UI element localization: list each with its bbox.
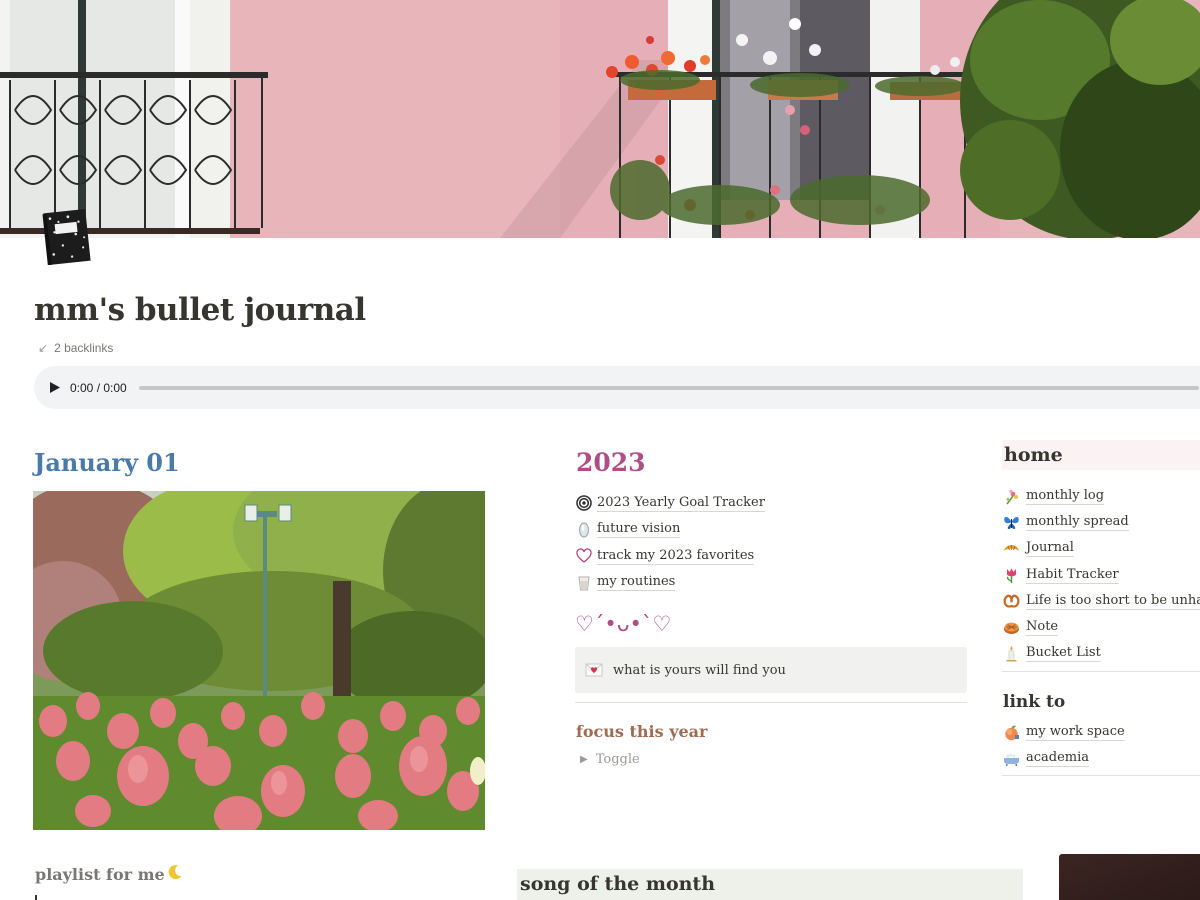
tulip-photo [33,491,485,830]
link-track-favorites[interactable]: track my 2023 favorites [576,543,765,570]
song-of-month-heading: song of the month [517,869,1023,900]
crescent-moon-icon [167,864,183,884]
butterfly-icon [1003,514,1020,531]
text-cursor [35,895,37,900]
playlist-heading: playlist for me [35,864,183,884]
link-bucket-list[interactable]: Bucket List [1003,641,1200,667]
audio-player: 0:00 / 0:00 [34,366,1200,409]
january-heading: January 01 [34,448,180,477]
home-heading: home [1002,440,1200,470]
triangle-right-icon: ▶ [580,754,588,765]
link-my-routines[interactable]: my routines [576,570,765,597]
audio-time: 0:00 / 0:00 [70,380,127,395]
kaomoji: ♡´•ᴗ•`♡ [575,612,672,636]
pie-icon [1003,619,1020,636]
link-label: my routines [597,574,676,592]
link-habit-tracker[interactable]: Habit Tracker [1003,562,1200,588]
link-label: Bucket List [1026,645,1101,663]
mirror-icon [576,522,592,538]
cover-image [0,0,1200,238]
croissant-icon [1003,540,1020,557]
link-label: track my 2023 favorites [597,547,755,565]
link-my-work-space[interactable]: my work space [1003,719,1125,745]
candle-icon [1003,645,1020,662]
heart-outline-icon [576,548,592,564]
link-label: Life is too short to be unhappy [1026,593,1200,610]
link-label: Note [1026,619,1059,637]
link-life-is-too-short[interactable]: Life is too short to be unhappy [1003,588,1200,614]
link-to-heading: link to [1003,692,1066,712]
pretzel-icon [1003,593,1020,610]
peach-icon [1003,724,1020,741]
link-journal[interactable]: Journal [1003,536,1200,562]
link-monthly-log[interactable]: monthly log [1003,483,1200,509]
tulip-icon [1003,567,1020,584]
focus-heading: focus this year [576,722,708,741]
page-title: mm's bullet journal [34,292,366,328]
link-label: monthly log [1026,487,1105,505]
bouquet-icon [1003,488,1020,505]
audio-progress-bar[interactable] [138,385,1199,390]
year-heading: 2023 [576,448,646,477]
link-note[interactable]: Note [1003,614,1200,640]
link-label: my work space [1026,723,1125,741]
link-label: academia [1026,749,1090,767]
link-label: future vision [597,521,681,539]
love-letter-icon [585,663,603,677]
link-yearly-goal-tracker[interactable]: 2023 Yearly Goal Tracker [576,490,765,517]
play-icon[interactable] [50,382,60,393]
notebook-icon[interactable] [40,205,92,267]
link-academia[interactable]: academia [1003,745,1125,771]
link-label: 2023 Yearly Goal Tracker [597,494,765,512]
link-to-list: my work space academia [1003,719,1125,771]
target-icon [576,495,592,512]
backlinks-label: 2 backlinks [54,341,114,355]
divider [1002,775,1200,776]
callout-text: what is yours will find you [613,662,786,678]
link-label: monthly spread [1026,513,1129,531]
link-future-vision[interactable]: future vision [576,517,765,544]
link-monthly-spread[interactable]: monthly spread [1003,509,1200,535]
year-links-list: 2023 Yearly Goal Tracker future vision t… [576,490,765,596]
dark-image-thumbnail [1059,854,1200,900]
home-links-list: monthly log monthly spread Journal Habit… [1003,483,1200,667]
link-label: Habit Tracker [1026,566,1119,584]
toggle-block[interactable]: ▶ Toggle [580,752,640,767]
arrow-down-left-icon: ↙ [38,341,49,355]
divider [1002,671,1200,672]
cup-icon [576,575,592,591]
bathtub-icon [1003,750,1020,767]
quote-callout: what is yours will find you [575,647,967,693]
backlinks-button[interactable]: ↙ 2 backlinks [38,341,113,355]
playlist-label: playlist for me [35,864,165,884]
link-label: Journal [1026,540,1074,558]
divider [575,702,967,703]
toggle-label: Toggle [595,752,640,767]
